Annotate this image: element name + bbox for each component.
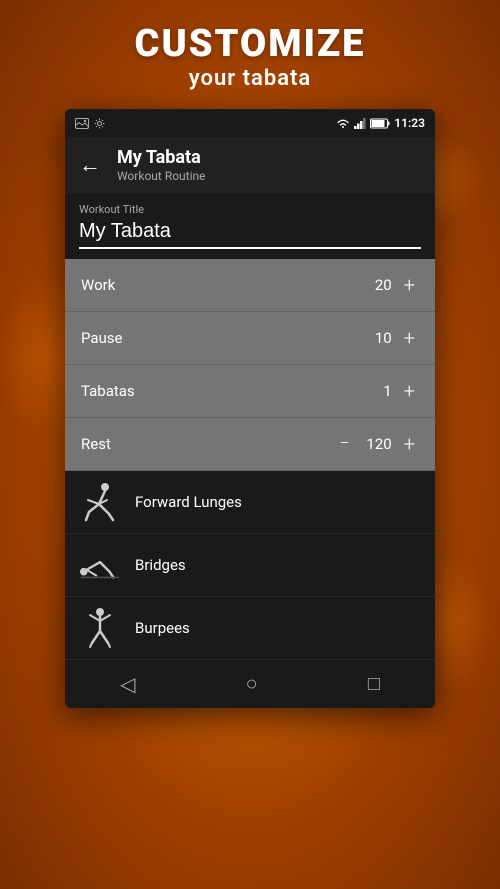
exercise-name-forward-lunges: Forward Lunges bbox=[135, 493, 242, 511]
setting-rest-label: Rest bbox=[81, 435, 111, 453]
exercise-row-burpees[interactable]: Burpees bbox=[65, 597, 435, 660]
battery-icon bbox=[370, 118, 390, 129]
nav-recent-button[interactable]: □ bbox=[348, 663, 400, 704]
setting-tabatas-controls: 1 + bbox=[362, 379, 419, 403]
setting-work-plus[interactable]: + bbox=[400, 273, 419, 297]
setting-row-tabatas: Tabatas 1 + bbox=[65, 365, 435, 418]
hero-subtitle: your tabata bbox=[0, 66, 500, 91]
setting-rest-value: 120 bbox=[362, 435, 392, 453]
setting-tabatas-plus[interactable]: + bbox=[400, 379, 419, 403]
workout-title-input[interactable] bbox=[79, 220, 421, 249]
workout-title-section: Workout Title bbox=[65, 193, 435, 259]
gear-icon bbox=[94, 118, 105, 129]
exercise-icon-burpees bbox=[79, 607, 121, 649]
setting-work-value: 20 bbox=[362, 276, 392, 294]
hero-title: CUSTOMIZE bbox=[0, 22, 500, 66]
app-bar-text: My Tabata Workout Routine bbox=[117, 147, 206, 183]
exercise-icon-forward-lunges bbox=[79, 481, 121, 523]
exercise-section: Forward Lunges bbox=[65, 471, 435, 660]
setting-row-pause: Pause 10 + bbox=[65, 312, 435, 365]
settings-section: Work 20 + Pause 10 + Tabatas 1 + Rest − bbox=[65, 259, 435, 471]
setting-pause-controls: 10 + bbox=[362, 326, 419, 350]
phone-frame: 11:23 ← My Tabata Workout Routine Workou… bbox=[65, 109, 435, 708]
setting-pause-plus[interactable]: + bbox=[400, 326, 419, 350]
setting-row-rest: Rest − 120 + bbox=[65, 418, 435, 471]
workout-title-label: Workout Title bbox=[79, 203, 421, 216]
nav-bar: ◁ ○ □ bbox=[65, 660, 435, 708]
setting-tabatas-label: Tabatas bbox=[81, 382, 135, 400]
setting-work-controls: 20 + bbox=[362, 273, 419, 297]
status-time: 11:23 bbox=[394, 116, 425, 130]
setting-rest-controls: − 120 + bbox=[335, 432, 419, 456]
app-bar: ← My Tabata Workout Routine bbox=[65, 137, 435, 193]
lunges-figure bbox=[81, 482, 119, 522]
app-bar-title: My Tabata bbox=[117, 147, 206, 169]
setting-tabatas-value: 1 bbox=[362, 382, 392, 400]
wifi-icon bbox=[336, 118, 350, 129]
photo-icon bbox=[75, 118, 89, 129]
setting-pause-label: Pause bbox=[81, 329, 123, 347]
burpees-figure bbox=[82, 607, 118, 649]
exercise-icon-bridges bbox=[79, 544, 121, 586]
exercise-row-forward-lunges[interactable]: Forward Lunges bbox=[65, 471, 435, 534]
setting-rest-plus[interactable]: + bbox=[400, 432, 419, 456]
setting-rest-minus[interactable]: − bbox=[335, 433, 353, 454]
setting-pause-value: 10 bbox=[362, 329, 392, 347]
nav-home-button[interactable]: ○ bbox=[226, 663, 278, 704]
setting-row-work: Work 20 + bbox=[65, 259, 435, 312]
app-bar-subtitle: Workout Routine bbox=[117, 169, 206, 183]
hero-section: CUSTOMIZE your tabata bbox=[0, 0, 500, 109]
signal-icon bbox=[354, 118, 366, 129]
setting-work-label: Work bbox=[81, 276, 115, 294]
back-button[interactable]: ← bbox=[79, 152, 101, 178]
exercise-name-burpees: Burpees bbox=[135, 619, 190, 637]
status-left-icons bbox=[75, 118, 105, 129]
status-bar: 11:23 bbox=[65, 109, 435, 137]
nav-back-button[interactable]: ◁ bbox=[100, 664, 155, 704]
exercise-name-bridges: Bridges bbox=[135, 556, 186, 574]
status-right: 11:23 bbox=[336, 116, 425, 130]
exercise-row-bridges[interactable]: Bridges bbox=[65, 534, 435, 597]
bridges-figure bbox=[79, 550, 121, 580]
